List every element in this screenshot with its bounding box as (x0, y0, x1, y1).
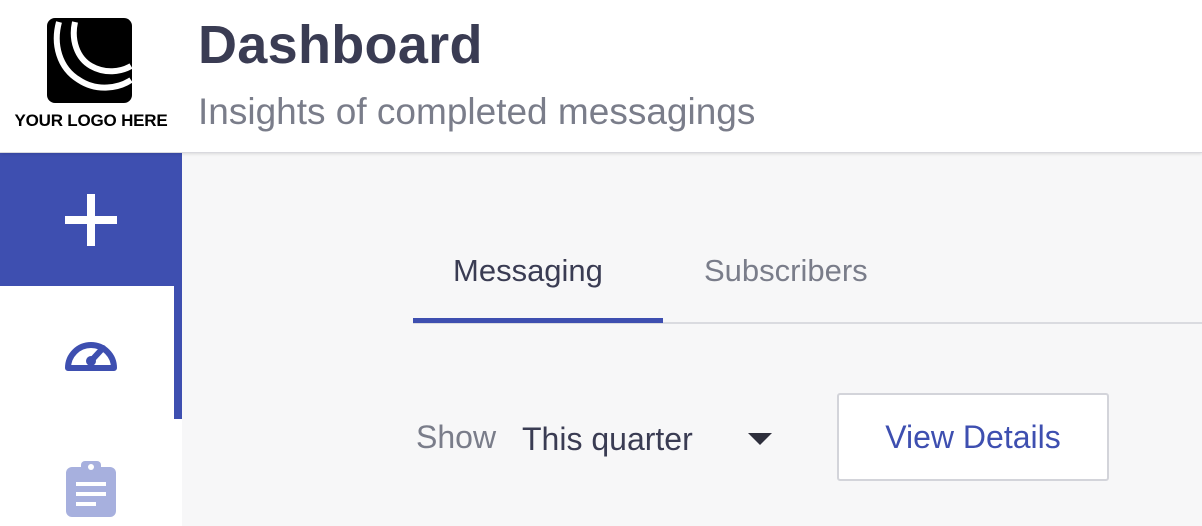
sidebar-active-indicator (174, 286, 182, 419)
plus-icon (65, 193, 117, 246)
clipboard-icon (66, 461, 116, 517)
period-dropdown[interactable]: This quarter (522, 409, 782, 469)
tab-bar: Messaging Subscribers (413, 153, 1202, 324)
tab-messaging[interactable]: Messaging (453, 253, 603, 324)
logo[interactable]: YOUR LOGO HERE (0, 0, 182, 153)
logo-mark-icon (47, 18, 132, 103)
chevron-down-icon (748, 433, 772, 445)
page-title: Dashboard (198, 15, 483, 75)
sidebar-item-add[interactable] (0, 153, 182, 286)
logo-text: YOUR LOGO HERE (14, 111, 168, 130)
period-value: This quarter (522, 420, 693, 457)
sidebar-item-dashboard[interactable] (0, 286, 182, 419)
sidebar (0, 153, 182, 526)
app-header: YOUR LOGO HERE Dashboard Insights of com… (0, 0, 1202, 153)
active-tab-indicator (413, 318, 663, 323)
main-content: Messaging Subscribers Show This quarter … (182, 153, 1202, 526)
filter-label: Show (416, 419, 497, 455)
view-details-button[interactable]: View Details (837, 393, 1109, 481)
page-subtitle: Insights of completed messagings (198, 91, 756, 132)
sidebar-item-reports[interactable] (0, 419, 182, 526)
speedometer-icon (65, 342, 117, 371)
tab-subscribers[interactable]: Subscribers (704, 253, 868, 324)
